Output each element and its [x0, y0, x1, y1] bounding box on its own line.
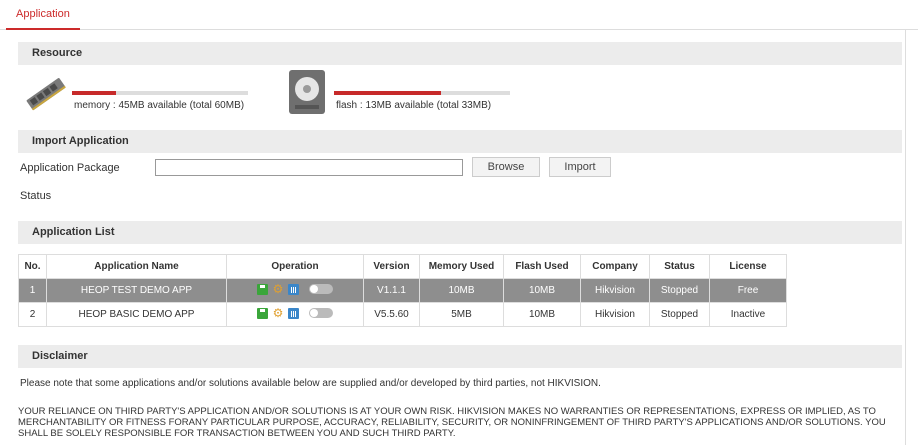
divider [905, 30, 906, 445]
flash-usage-fill [334, 91, 441, 95]
col-header-license: License [709, 254, 787, 279]
flash-text: flash : 13MB available (total 33MB) [336, 100, 492, 111]
col-header-memory: Memory Used [419, 254, 504, 279]
flash-disk-icon [289, 70, 325, 114]
cell-company: Hikvision [580, 278, 650, 303]
package-path-input[interactable] [155, 159, 463, 176]
flash-usage-bar [334, 91, 510, 95]
cell-no: 1 [18, 278, 47, 303]
section-resource-header: Resource [18, 42, 902, 65]
section-disclaimer-header: Disclaimer [18, 345, 902, 368]
col-header-no: No. [18, 254, 47, 279]
memory-usage-bar [72, 91, 248, 95]
trash-icon[interactable] [288, 283, 299, 295]
application-table: No. Application Name Operation Version M… [18, 254, 787, 327]
cell-license[interactable]: Inactive [709, 302, 787, 327]
cell-status: Stopped [649, 302, 710, 327]
memory-usage-fill [72, 91, 116, 95]
cell-flash: 10MB [503, 278, 581, 303]
col-header-name: Application Name [46, 254, 227, 279]
enable-toggle[interactable] [309, 308, 333, 318]
cell-license: Free [709, 278, 787, 303]
tab-bar: Application [0, 0, 918, 30]
enable-toggle[interactable] [309, 284, 333, 294]
section-import-header: Import Application [18, 130, 902, 153]
gear-icon[interactable]: ⚙ [272, 283, 284, 295]
section-app-list-header: Application List [18, 221, 902, 244]
browse-button[interactable]: Browse [472, 157, 540, 177]
cell-no: 2 [18, 302, 47, 327]
trash-icon[interactable] [288, 307, 299, 319]
col-header-flash: Flash Used [503, 254, 581, 279]
disclaimer-legal-text: YOUR RELIANCE ON THIRD PARTY'S APPLICATI… [18, 406, 886, 439]
cell-memory: 10MB [419, 278, 504, 303]
col-header-status: Status [649, 254, 710, 279]
table-row[interactable]: 1 HEOP TEST DEMO APP ⚙ V1.1.1 10MB 10MB … [18, 278, 787, 303]
cell-name: HEOP TEST DEMO APP [46, 278, 227, 303]
cell-operation: ⚙ [226, 302, 364, 327]
cell-status: Stopped [649, 278, 710, 303]
table-header-row: No. Application Name Operation Version M… [18, 254, 787, 279]
status-label: Status [20, 190, 52, 202]
col-header-operation: Operation [226, 254, 364, 279]
cell-flash: 10MB [503, 302, 581, 327]
memory-text: memory : 45MB available (total 60MB) [74, 100, 245, 111]
cell-name: HEOP BASIC DEMO APP [46, 302, 227, 327]
cell-company: Hikvision [580, 302, 650, 327]
cell-version: V5.5.60 [363, 302, 420, 327]
save-icon[interactable] [257, 307, 268, 319]
table-row[interactable]: 2 HEOP BASIC DEMO APP ⚙ V5.5.60 5MB 10MB… [18, 302, 787, 327]
memory-card-icon [26, 78, 66, 111]
col-header-company: Company [580, 254, 650, 279]
package-label: Application Package [20, 162, 120, 174]
save-icon[interactable] [257, 283, 268, 295]
cell-operation: ⚙ [226, 278, 364, 303]
col-header-version: Version [363, 254, 420, 279]
cell-version: V1.1.1 [363, 278, 420, 303]
cell-memory: 5MB [419, 302, 504, 327]
gear-icon[interactable]: ⚙ [272, 307, 284, 319]
tab-application[interactable]: Application [6, 5, 80, 30]
disclaimer-note: Please note that some applications and/o… [20, 378, 601, 389]
import-button[interactable]: Import [549, 157, 611, 177]
